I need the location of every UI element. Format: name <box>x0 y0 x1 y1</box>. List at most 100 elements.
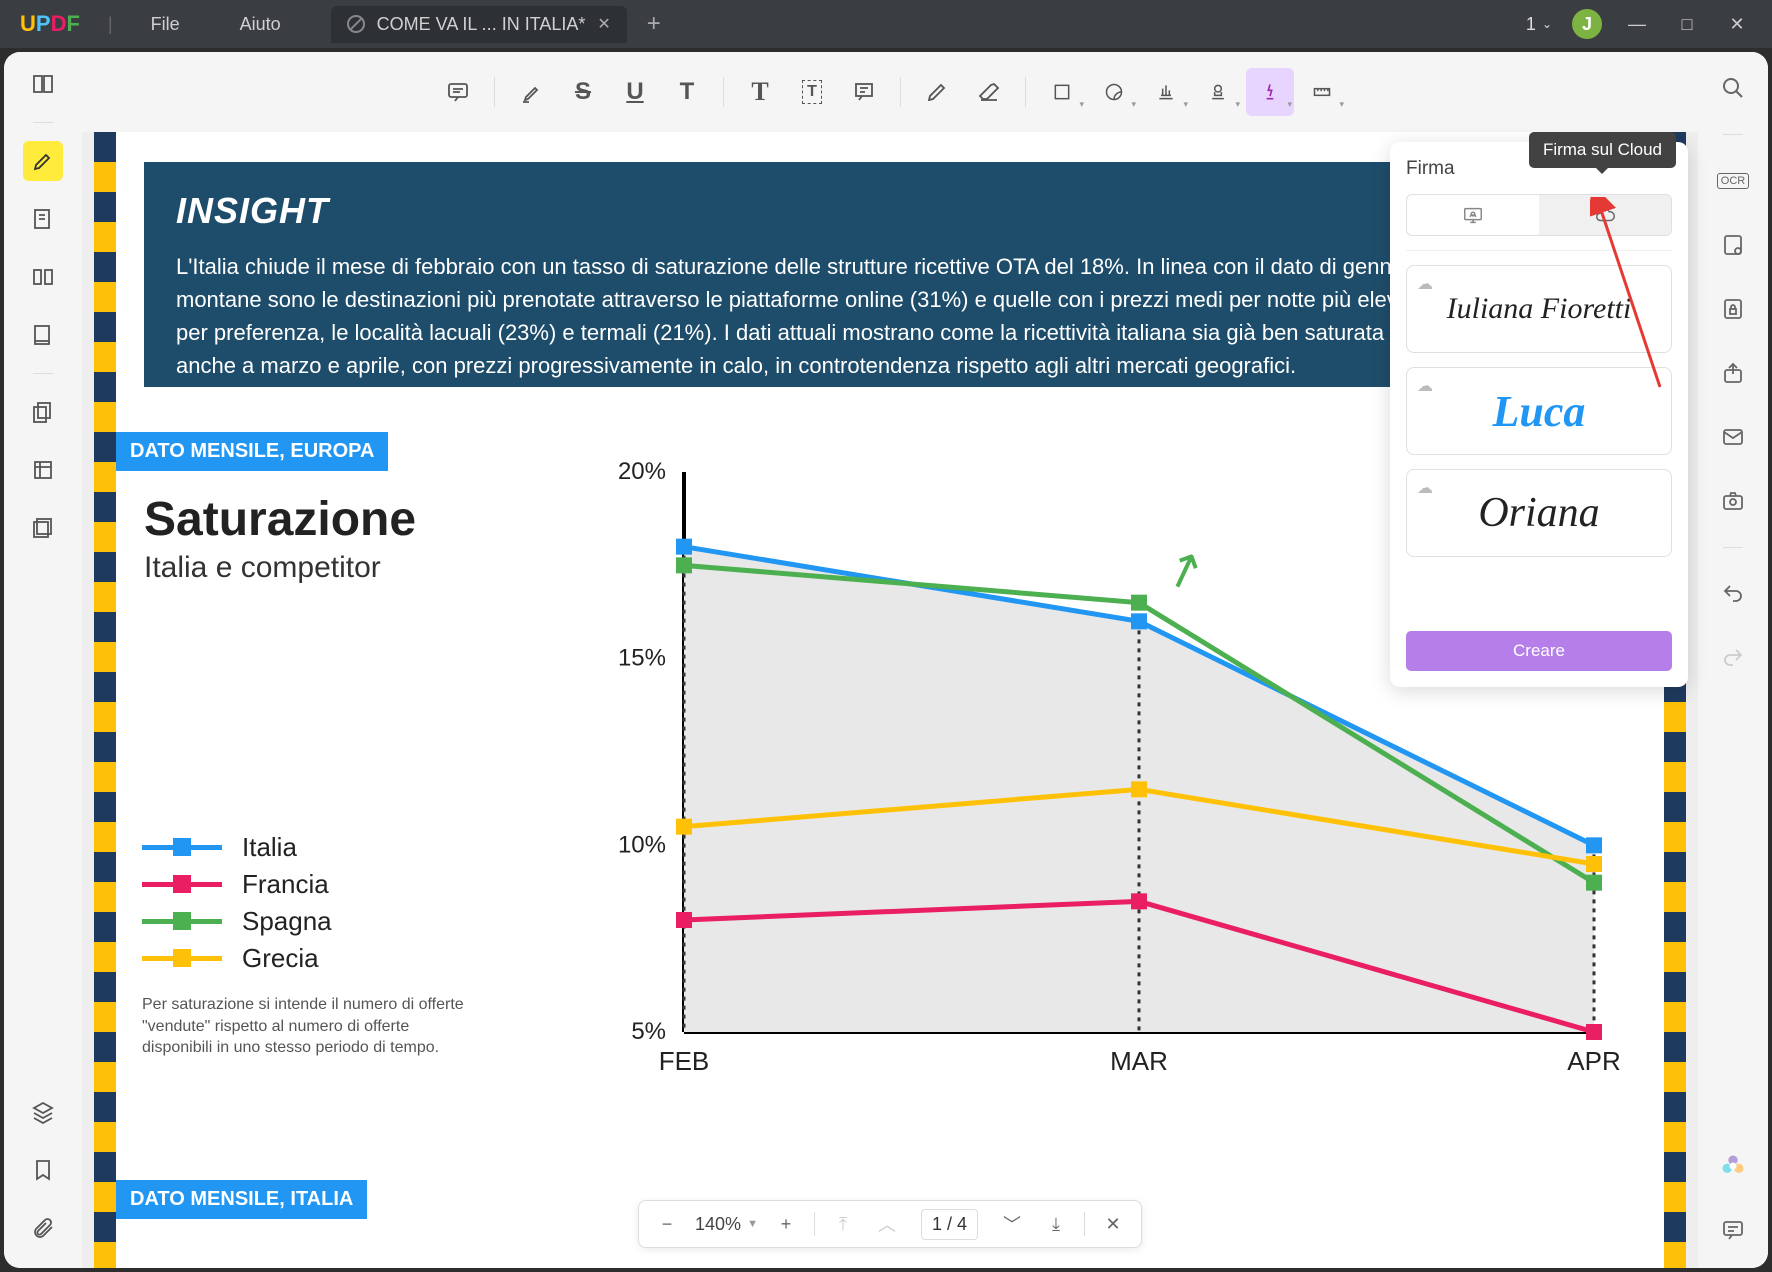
local-signature-tab[interactable] <box>1407 195 1539 235</box>
user-avatar[interactable]: J <box>1572 9 1602 39</box>
callout-icon[interactable] <box>840 68 888 116</box>
minimize-button[interactable]: — <box>1622 14 1652 35</box>
document-tab[interactable]: COME VA IL ... IN ITALIA* ✕ <box>331 6 627 43</box>
undo-icon[interactable] <box>1715 576 1751 612</box>
stamp2-icon[interactable] <box>1194 68 1242 116</box>
highlight-mode-icon[interactable] <box>23 141 63 181</box>
separator <box>814 1212 815 1236</box>
separator <box>1406 250 1672 251</box>
signature-icon[interactable] <box>1246 68 1294 116</box>
titlebar: UPDF | File Aiuto COME VA IL ... IN ITAL… <box>0 0 1772 48</box>
page-dropdown[interactable]: 1 ⌄ <box>1526 14 1552 35</box>
cloud-icon: ☁ <box>1417 478 1433 498</box>
signature-preview: Iuliana Fioretti <box>1447 292 1632 326</box>
signature-preview: Oriana <box>1478 489 1599 537</box>
legend-item: Spagna <box>142 906 472 937</box>
layers-icon[interactable] <box>23 1092 63 1132</box>
ocr-icon[interactable]: OCR <box>1715 163 1751 199</box>
form-icon[interactable] <box>1715 227 1751 263</box>
add-tab-button[interactable]: + <box>647 10 661 38</box>
signature-panel-title: Firma <box>1406 158 1455 180</box>
prev-page-button[interactable]: ︿ <box>871 1208 903 1240</box>
section-tag-italia: DATO MENSILE, ITALIA <box>116 1180 367 1219</box>
chart-title: Saturazione <box>144 492 504 547</box>
search-icon[interactable] <box>1715 70 1751 106</box>
cloud-icon: ☁ <box>1417 376 1433 396</box>
separator <box>1723 547 1743 548</box>
text-icon[interactable]: T <box>736 68 784 116</box>
maximize-button[interactable]: □ <box>1672 14 1702 35</box>
cloud-signature-tooltip: Firma sul Cloud <box>1529 132 1676 168</box>
email-icon[interactable] <box>1715 419 1751 455</box>
close-window-button[interactable]: ✕ <box>1722 14 1752 35</box>
svg-text:APR: APR <box>1567 1046 1620 1076</box>
squiggly-icon[interactable]: T <box>663 68 711 116</box>
separator <box>33 122 53 123</box>
pencil-icon[interactable] <box>913 68 961 116</box>
eraser-icon[interactable] <box>965 68 1013 116</box>
legend-item: Francia <box>142 869 472 900</box>
highlighter-icon[interactable] <box>507 68 555 116</box>
protect-icon[interactable] <box>1715 291 1751 327</box>
chart-subtitle: Italia e competitor <box>144 551 504 585</box>
tab-title: COME VA IL ... IN ITALIA* <box>377 14 586 35</box>
saturation-heading-block: Saturazione Italia e competitor <box>144 492 504 585</box>
svg-text:15%: 15% <box>618 645 666 672</box>
redo-icon[interactable] <box>1715 640 1751 676</box>
separator <box>1084 1212 1085 1236</box>
signature-item[interactable]: ☁ Luca <box>1406 367 1672 455</box>
stamp-icon[interactable] <box>1142 68 1190 116</box>
sticker-icon[interactable] <box>1090 68 1138 116</box>
page-indicator[interactable]: 1 / 4 <box>921 1209 978 1240</box>
menu-file[interactable]: File <box>121 14 210 35</box>
page-decoration <box>94 132 116 1268</box>
section-tag-europa: DATO MENSILE, EUROPA <box>116 432 388 471</box>
screenshot-icon[interactable] <box>1715 483 1751 519</box>
comments-icon[interactable] <box>1715 1212 1751 1248</box>
resize-page-icon[interactable] <box>23 450 63 490</box>
crop-page-icon[interactable] <box>23 315 63 355</box>
underline-icon[interactable]: U <box>611 68 659 116</box>
ruler-icon[interactable] <box>1298 68 1346 116</box>
tab-icon <box>347 15 365 33</box>
legend-item: Italia <box>142 832 472 863</box>
strikethrough-icon[interactable]: S <box>559 68 607 116</box>
bookmark-icon[interactable] <box>23 1150 63 1190</box>
cloud-signature-tab[interactable] <box>1539 195 1671 235</box>
create-signature-button[interactable]: Creare <box>1406 631 1672 671</box>
reader-mode-icon[interactable] <box>23 64 63 104</box>
zoom-in-button[interactable]: + <box>770 1208 802 1240</box>
app-logo: UPDF <box>0 11 100 37</box>
svg-text:5%: 5% <box>631 1018 666 1045</box>
svg-text:FEB: FEB <box>659 1046 710 1076</box>
copy-pages-icon[interactable] <box>23 392 63 432</box>
separator: | <box>100 14 121 35</box>
organize-pages-icon[interactable] <box>23 257 63 297</box>
zoom-level[interactable]: 140% ▼ <box>695 1214 758 1235</box>
menu-help[interactable]: Aiuto <box>210 14 311 35</box>
textbox-icon[interactable]: T <box>788 68 836 116</box>
svg-text:20%: 20% <box>618 458 666 485</box>
first-page-button[interactable]: ⤒ <box>827 1208 859 1240</box>
ai-assist-icon[interactable] <box>1715 1148 1751 1184</box>
layers-alt-icon[interactable] <box>23 508 63 548</box>
share-icon[interactable] <box>1715 355 1751 391</box>
attachment-icon[interactable] <box>23 1208 63 1248</box>
legend-item: Grecia <box>142 943 472 974</box>
close-tab-icon[interactable]: ✕ <box>597 14 610 34</box>
zoom-out-button[interactable]: − <box>651 1208 683 1240</box>
close-nav-button[interactable]: ✕ <box>1097 1208 1129 1240</box>
last-page-button[interactable]: ⤓ <box>1040 1208 1072 1240</box>
page-navigation-bar: − 140% ▼ + ⤒ ︿ 1 / 4 ﹀ ⤓ ✕ <box>638 1200 1142 1248</box>
shape-icon[interactable] <box>1038 68 1086 116</box>
signature-panel: Firma sul Cloud Firma ☁ Iuliana Fioretti… <box>1390 142 1688 687</box>
left-sidebar <box>4 52 82 1268</box>
comment-icon[interactable] <box>434 68 482 116</box>
signature-item[interactable]: ☁ Iuliana Fioretti <box>1406 265 1672 353</box>
edit-page-icon[interactable] <box>23 199 63 239</box>
legend-footnote: Per saturazione si intende il numero di … <box>142 994 472 1059</box>
next-page-button[interactable]: ﹀ <box>996 1208 1028 1240</box>
separator <box>900 77 901 107</box>
signature-item[interactable]: ☁ Oriana <box>1406 469 1672 557</box>
separator <box>723 77 724 107</box>
